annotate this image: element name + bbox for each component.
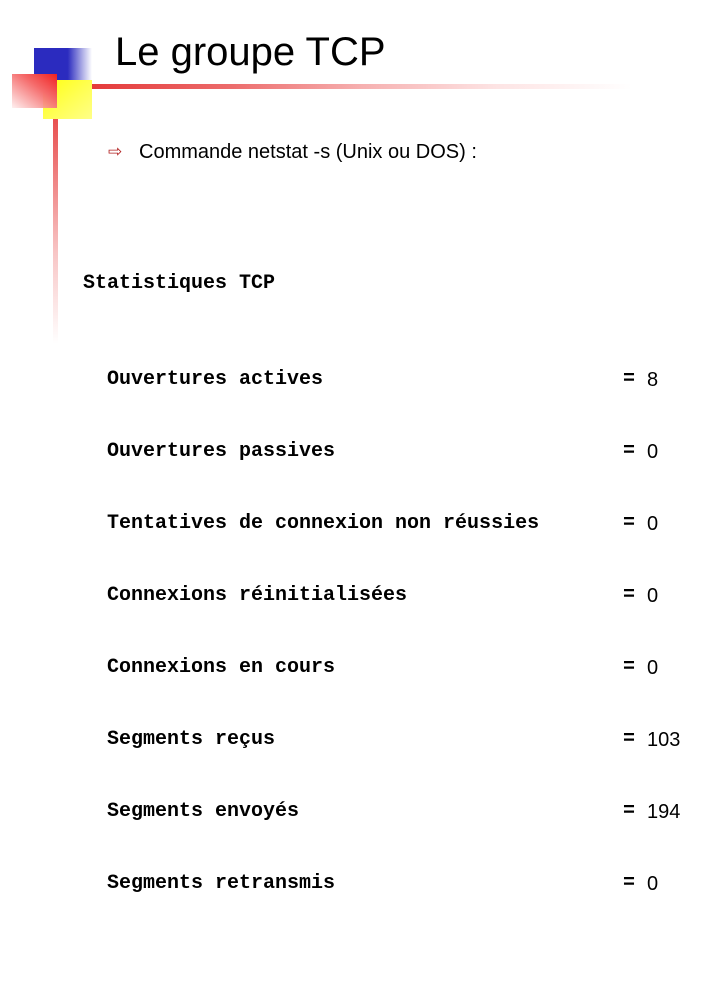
stat-equals: = [623, 440, 636, 463]
stat-label: Segments reçus [107, 728, 276, 751]
stat-row: Ouvertures passives = 0 [83, 440, 703, 464]
stat-value: 103 [647, 729, 681, 751]
stat-row: Ouvertures actives = 8 [83, 368, 703, 392]
stat-row: Segments reçus = 103 [83, 728, 703, 752]
stat-value: 0 [647, 513, 659, 535]
stat-equals: = [623, 800, 636, 823]
stat-equals: = [623, 872, 636, 895]
stat-label: Segments envoyés [107, 800, 300, 823]
stat-label: Ouvertures passives [107, 440, 336, 463]
stat-equals: = [623, 728, 636, 751]
stat-value: 0 [647, 441, 659, 463]
stat-value: 0 [647, 873, 659, 895]
stat-label: Ouvertures actives [107, 368, 324, 391]
stat-label: Segments retransmis [107, 872, 336, 895]
title-underline-rule [92, 84, 632, 89]
stat-row: Connexions réinitialisées = 0 [83, 584, 703, 608]
hollow-right-arrow-icon: ⇨ [108, 142, 123, 162]
stat-value: 194 [647, 801, 681, 823]
bullet-item: ⇨ Commande netstat -s (Unix ou DOS) : [108, 139, 477, 165]
decorative-red-square [12, 74, 57, 108]
slide-title: Le groupe TCP [115, 30, 386, 74]
stat-label: Connexions réinitialisées [107, 584, 408, 607]
stat-row: Segments envoyés = 194 [83, 800, 703, 824]
stat-row: Connexions en cours = 0 [83, 656, 703, 680]
stat-label: Tentatives de connexion non réussies [107, 512, 540, 535]
stat-value: 0 [647, 657, 659, 679]
stat-equals: = [623, 368, 636, 391]
stats-heading: Statistiques TCP [83, 272, 276, 295]
stat-value: 8 [647, 369, 659, 391]
stat-row: Segments retransmis = 0 [83, 872, 703, 896]
stat-label: Connexions en cours [107, 656, 336, 679]
stat-equals: = [623, 512, 636, 535]
stat-equals: = [623, 656, 636, 679]
bullet-text: Commande netstat -s (Unix ou DOS) : [139, 141, 477, 163]
stat-value: 0 [647, 585, 659, 607]
stat-equals: = [623, 584, 636, 607]
vertical-accent-rule [53, 119, 58, 344]
netstat-output: Statistiques TCP Ouvertures actives = 8 … [83, 224, 703, 920]
stat-row: Tentatives de connexion non réussies = 0 [83, 512, 703, 536]
